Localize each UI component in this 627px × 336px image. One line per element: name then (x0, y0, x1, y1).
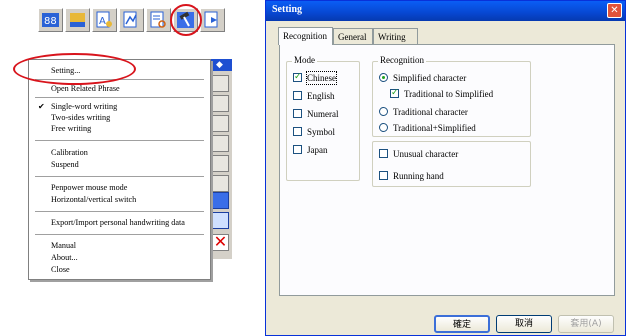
font-tool-icon[interactable]: A (92, 8, 117, 32)
cancel-button[interactable]: 取消 (496, 315, 552, 333)
radio-circle[interactable] (379, 73, 388, 82)
menu-item-calibration[interactable]: Calibration (51, 147, 88, 158)
checkbox-box[interactable] (293, 91, 302, 100)
apply-button[interactable]: 套用(A) (558, 315, 614, 333)
svg-text:88: 88 (44, 16, 57, 27)
dictionary-tool-icon[interactable] (146, 8, 171, 32)
checkbox-box[interactable] (379, 149, 388, 158)
graph-tool-icon[interactable] (119, 8, 144, 32)
dialog-title: Setting (272, 4, 302, 15)
panel-cell (212, 155, 229, 172)
checkbox-box[interactable] (390, 87, 399, 99)
pin-icon[interactable] (212, 192, 229, 209)
svg-text:A: A (99, 16, 106, 27)
mode-group: Mode Chinese English Numeral Symbol Japa… (286, 55, 360, 181)
close-icon: ✕ (610, 5, 619, 16)
trad-to-simp-label: Traditional to Simplified (404, 89, 494, 99)
checkbox-box[interactable] (293, 145, 302, 154)
menu-separator (35, 234, 204, 235)
menu-item-about[interactable]: About... (51, 252, 78, 263)
checkbox-box[interactable] (379, 171, 388, 180)
menu-separator (35, 176, 204, 177)
tab-recognition[interactable]: Recognition (278, 27, 333, 45)
close-icon[interactable]: ✕ (212, 234, 229, 251)
menu-item-two-sides[interactable]: Two-sides writing (51, 112, 110, 123)
running-hand-label: Running hand (393, 171, 444, 181)
menu-item-orientation-switch[interactable]: Horizontal/vertical switch (51, 194, 136, 205)
menu-item-single-word[interactable]: Single-word writing (51, 101, 117, 112)
panel-cell (212, 135, 229, 152)
panel-cell (212, 175, 229, 192)
menu-item-close[interactable]: Close (51, 264, 70, 275)
menu-separator (35, 140, 204, 141)
menu-item-setting[interactable]: Setting... (51, 65, 80, 76)
mode-chinese-label: Chinese (306, 71, 337, 85)
close-button[interactable]: ✕ (607, 3, 622, 18)
menu-check-icon: ✔ (38, 102, 45, 111)
handwriting-pad-icon[interactable]: 88 (38, 8, 63, 32)
traditional-label: Traditional character (393, 107, 468, 117)
recognition-group: Recognition Simplified character Traditi… (372, 55, 531, 137)
exit-tool-icon[interactable] (200, 8, 225, 32)
keyboard-grid-icon[interactable] (212, 212, 229, 229)
panel-cell (212, 115, 229, 132)
keyboard-icon[interactable] (65, 8, 90, 32)
recognition-group-label: Recognition (378, 55, 426, 65)
mode-japan-label: Japan (307, 145, 328, 155)
menu-separator (35, 79, 204, 80)
tab-label: Recognition (283, 31, 327, 41)
recognition-panel: Mode Chinese English Numeral Symbol Japa… (279, 44, 615, 296)
menu-item-open-related-phrase[interactable]: Open Related Phrase (51, 83, 120, 94)
menu-item-suspend[interactable]: Suspend (51, 159, 79, 170)
checkbox-box[interactable] (293, 71, 302, 83)
mode-group-label: Mode (292, 55, 317, 65)
mode-numeral-label: Numeral (307, 109, 339, 119)
mode-symbol-label: Symbol (307, 127, 336, 137)
menu-item-penpower-mouse[interactable]: Penpower mouse mode (51, 182, 127, 193)
context-menu: Setting... Open Related Phrase ✔ Single-… (28, 59, 211, 280)
dialog-titlebar[interactable]: Setting ✕ (266, 1, 625, 21)
tab-general[interactable]: General (333, 28, 373, 44)
menu-separator (35, 211, 204, 212)
radio-circle[interactable] (379, 107, 388, 116)
unusual-character-label: Unusual character (393, 149, 459, 159)
tab-label: Writing (378, 32, 406, 42)
mode-english-label: English (307, 91, 335, 101)
simplified-label: Simplified character (393, 73, 467, 83)
checkbox-box[interactable] (293, 127, 302, 136)
hammer-settings-icon[interactable] (173, 8, 198, 32)
panel-cell (212, 95, 229, 112)
setting-dialog: Setting ✕ Recognition General Writing Mo… (265, 0, 626, 336)
menu-item-manual[interactable]: Manual (51, 240, 76, 251)
panel-cell (212, 75, 229, 92)
menu-item-export-import[interactable]: Export/Import personal handwriting data (51, 217, 185, 228)
tab-writing[interactable]: Writing (373, 28, 418, 44)
extra-options-group: Unusual character Running hand (372, 141, 531, 187)
checkbox-box[interactable] (293, 109, 302, 118)
trad-plus-simp-label: Traditional+Simplified (393, 123, 476, 133)
menu-item-free-writing[interactable]: Free writing (51, 123, 91, 134)
tab-label: General (338, 32, 367, 42)
ok-button[interactable]: 確定 (434, 315, 490, 333)
pen-toolbar: 88 A (38, 4, 230, 38)
menu-separator (35, 97, 204, 98)
radio-circle[interactable] (379, 123, 388, 132)
